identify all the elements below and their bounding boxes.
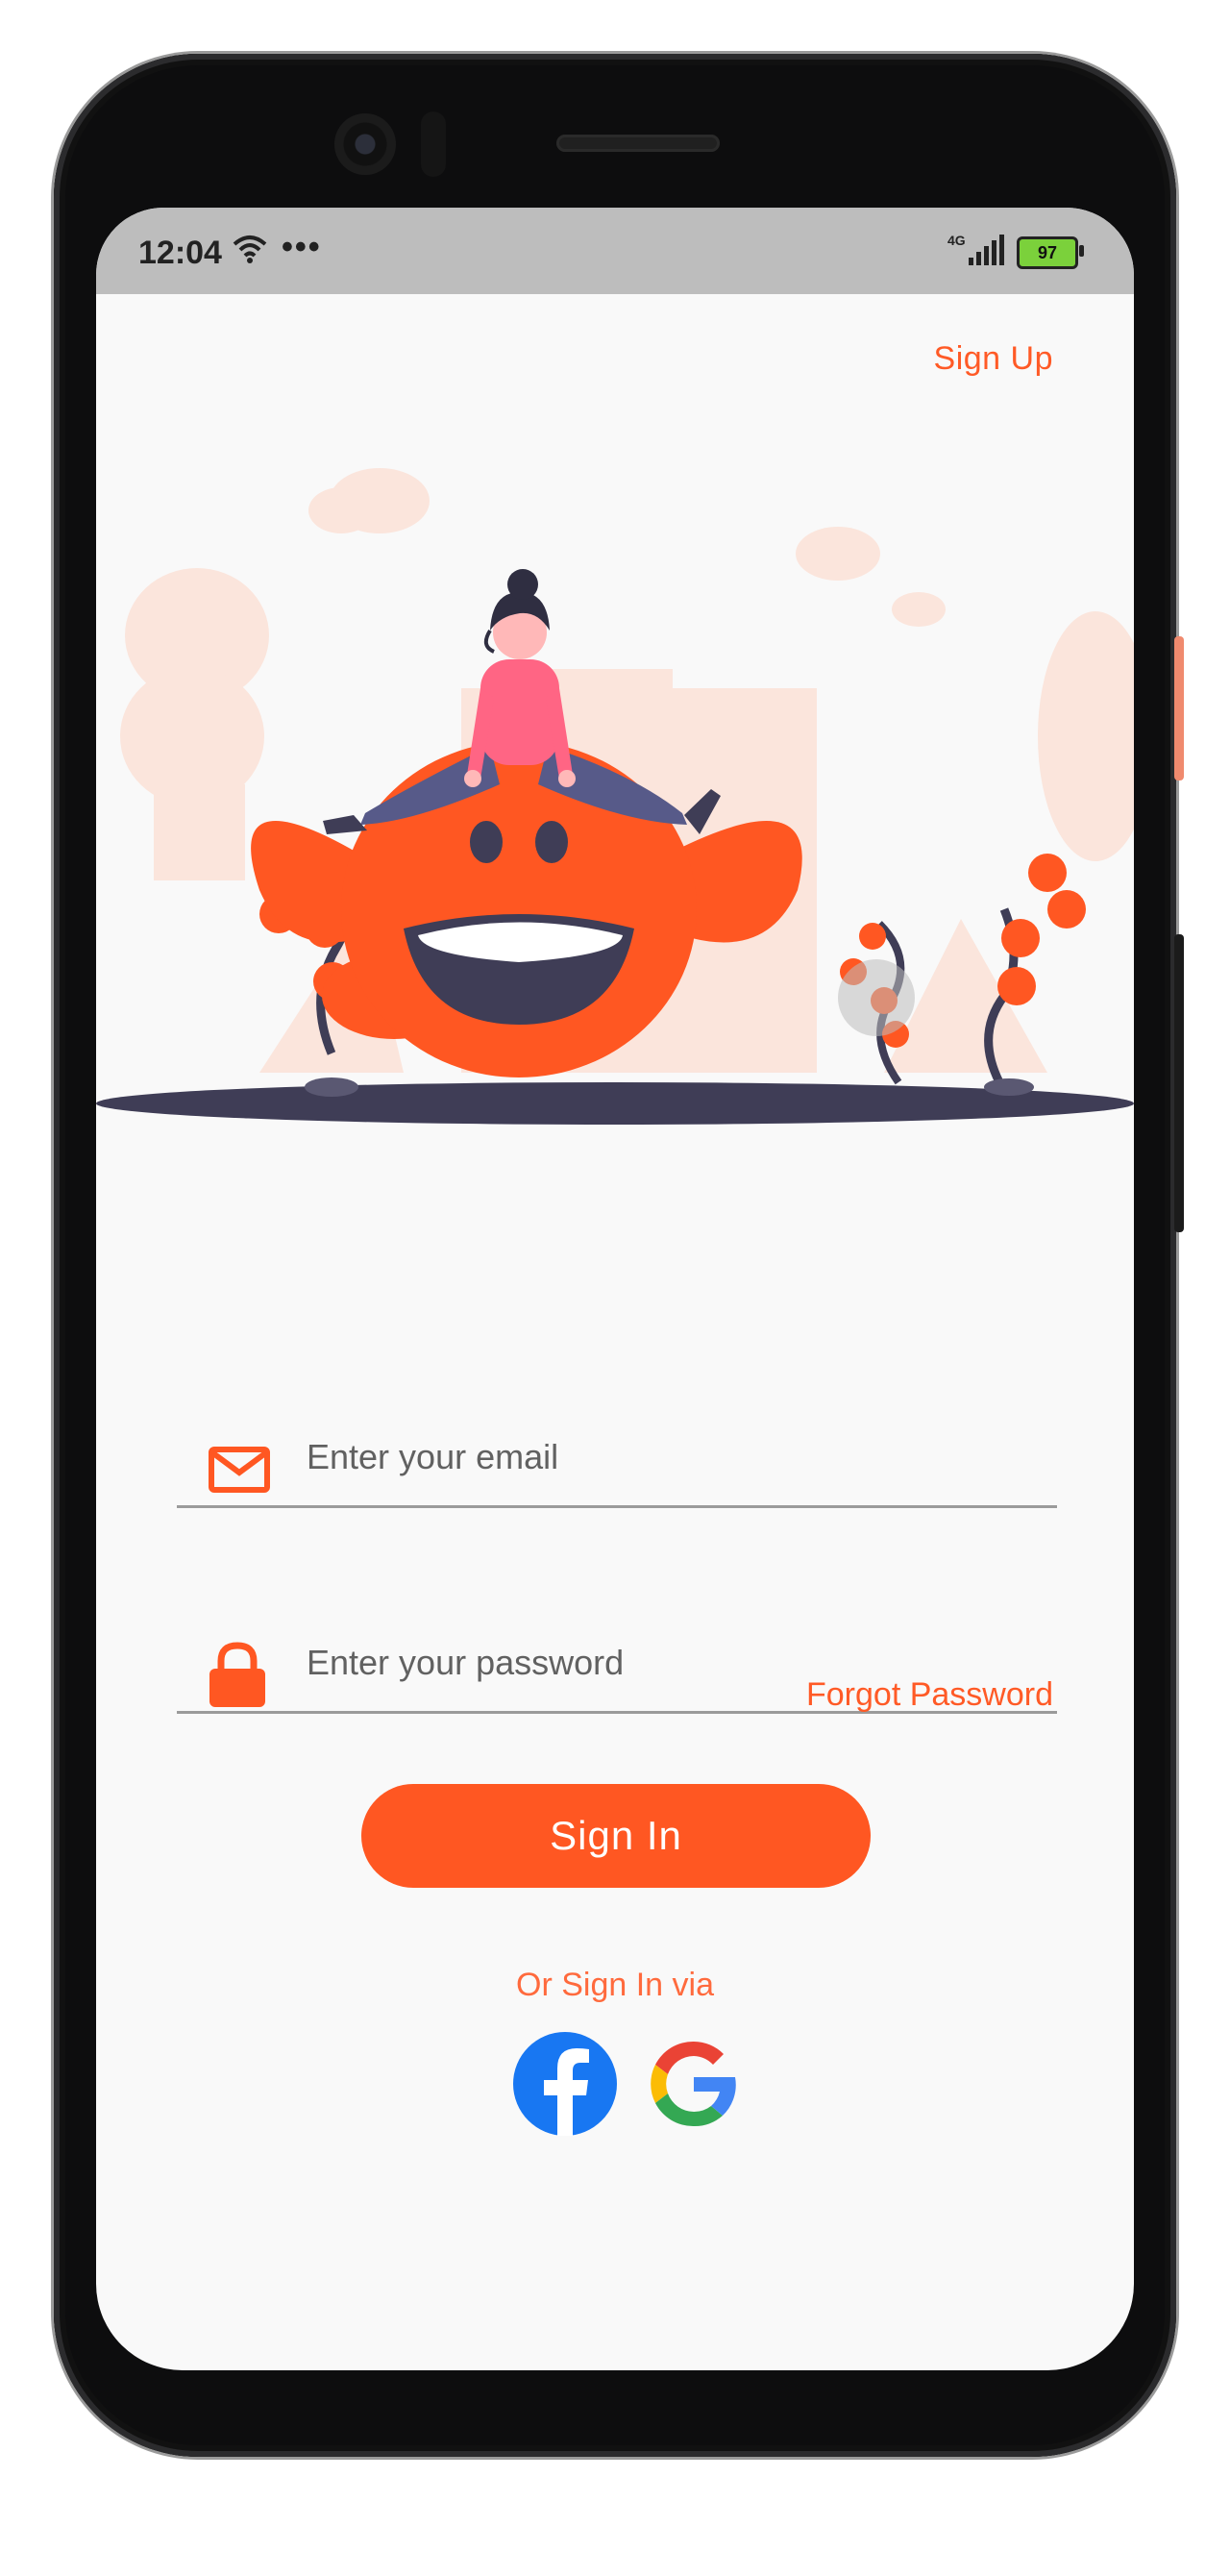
phone-frame: 12:04 ••• 4G 97 Sign Up Enter your email… <box>54 54 1184 2457</box>
email-field <box>177 1390 1057 1508</box>
signal-icon <box>969 235 1004 265</box>
hero-illustration <box>96 468 1134 1125</box>
app-screen: 12:04 ••• 4G 97 Sign Up Enter your email… <box>96 208 1134 2370</box>
sign-in-button[interactable]: Sign In <box>361 1784 871 1888</box>
front-camera <box>334 113 396 175</box>
battery-tip <box>1079 245 1084 257</box>
power-key <box>1174 934 1184 1232</box>
proximity-sensor <box>421 111 446 177</box>
google-icon[interactable] <box>642 2032 746 2136</box>
sign-up-link[interactable]: Sign Up <box>934 340 1053 378</box>
battery-icon: 97 <box>1017 236 1078 269</box>
forgot-password-link[interactable]: Forgot Password <box>806 1676 1053 1714</box>
overflow-dots: ••• <box>282 229 322 265</box>
mail-icon <box>209 1447 270 1493</box>
volume-key <box>1174 636 1184 780</box>
wifi-icon <box>233 235 267 263</box>
status-bar: 12:04 ••• 4G 97 <box>96 208 1134 294</box>
email-input[interactable] <box>305 1432 1020 1482</box>
network-type: 4G <box>947 233 966 248</box>
ground-shadow <box>96 1082 1134 1125</box>
facebook-icon[interactable] <box>513 2032 617 2136</box>
earpiece-speaker <box>556 135 720 152</box>
status-time: 12:04 <box>138 235 222 271</box>
social-sign-in-label: Or Sign In via <box>516 1967 714 2003</box>
lock-icon <box>209 1642 265 1707</box>
